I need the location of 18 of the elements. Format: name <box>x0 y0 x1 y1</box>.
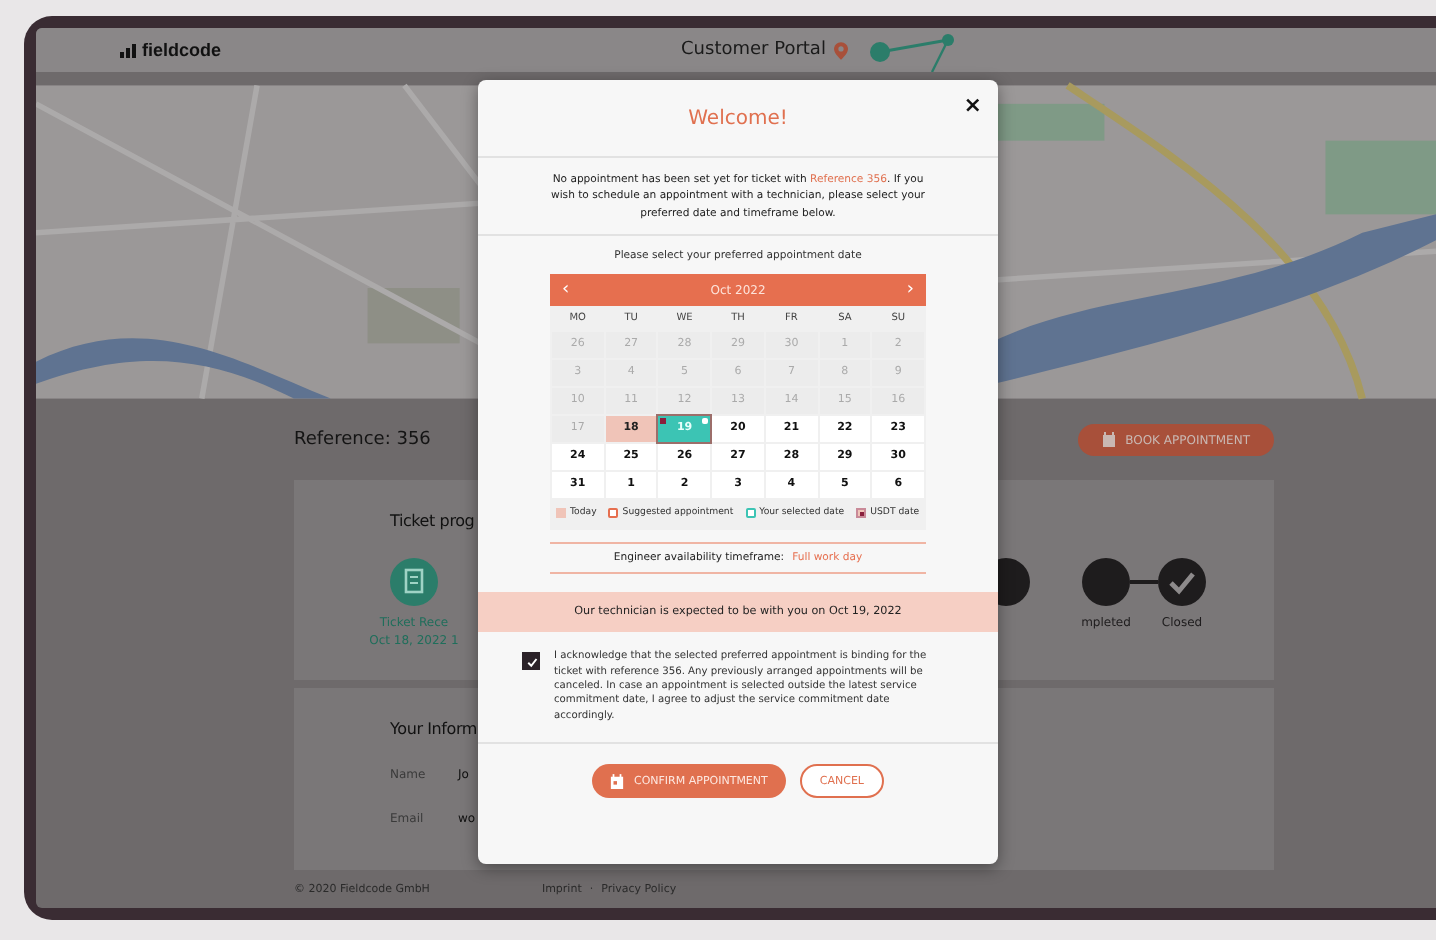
receipt-icon <box>390 558 438 606</box>
legend-swatch <box>608 508 619 519</box>
checkbox[interactable] <box>522 652 540 671</box>
calendar-icon <box>1101 432 1116 448</box>
card-title: Ticket prog <box>390 512 475 530</box>
card-title: Your Inform <box>390 720 478 738</box>
portal-title: Customer Portal <box>681 40 826 60</box>
close-button[interactable]: × <box>963 94 982 116</box>
legend-swatch <box>556 508 566 519</box>
network-drawing <box>867 28 956 72</box>
logo-icon <box>120 43 136 57</box>
logo: fieldcode <box>142 40 222 60</box>
dialog-title: Welcome! <box>688 107 788 129</box>
calendar-icon <box>609 773 624 790</box>
legend-swatch <box>856 508 867 519</box>
legend-swatch <box>745 508 756 519</box>
reference-number: Reference: 356 <box>294 430 431 450</box>
location-pin-icon <box>833 41 848 59</box>
